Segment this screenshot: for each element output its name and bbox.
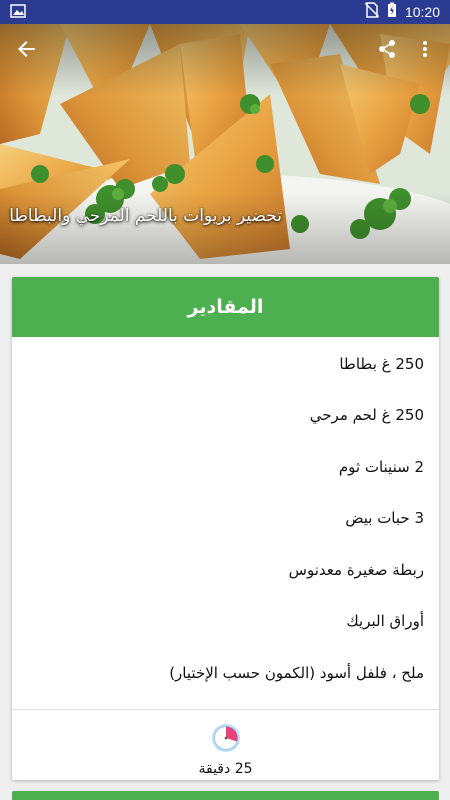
recipe-title: تحضير بريوات باللحم المرحي والبطاطا [9,206,282,226]
ingredients-header: المقادير [12,277,439,337]
ingredient-item: 250 غ لحم مرحي [309,406,424,425]
battery-charging-icon [387,2,397,22]
prep-time-label: 25 دقيقة [198,760,253,777]
recipe-hero-image: تحضير بريوات باللحم المرحي والبطاطا [0,24,450,264]
status-bar: 10:20 [0,0,450,24]
ingredients-card: المقادير 250 غ بطاطا 250 غ لحم مرحي 2 سن… [12,277,439,780]
more-vert-icon[interactable] [408,32,442,66]
ingredient-item: 3 حبات بيض [345,509,424,528]
next-card-peek [12,791,439,800]
no-sim-icon [364,2,380,22]
ingredient-item: ربطة صغيرة معدنوس [288,560,424,579]
status-time: 10:20 [404,4,440,20]
ingredient-item: 250 غ بطاطا [339,354,424,373]
ingredient-item: 2 سنينات ثوم [338,457,424,476]
share-icon[interactable] [370,32,404,66]
image-notification-icon [10,3,26,22]
ingredient-item: ملح ، فلفل أسود (الكمون حسب الإختيار) [169,663,424,682]
back-arrow-icon[interactable] [10,32,44,66]
hero-toolbar [0,24,450,74]
clock-icon [211,723,241,757]
prep-time: 25 دقيقة [12,710,439,781]
ingredient-item: أوراق البريك [346,612,424,631]
ingredients-list: 250 غ بطاطا 250 غ لحم مرحي 2 سنينات ثوم … [12,338,439,699]
